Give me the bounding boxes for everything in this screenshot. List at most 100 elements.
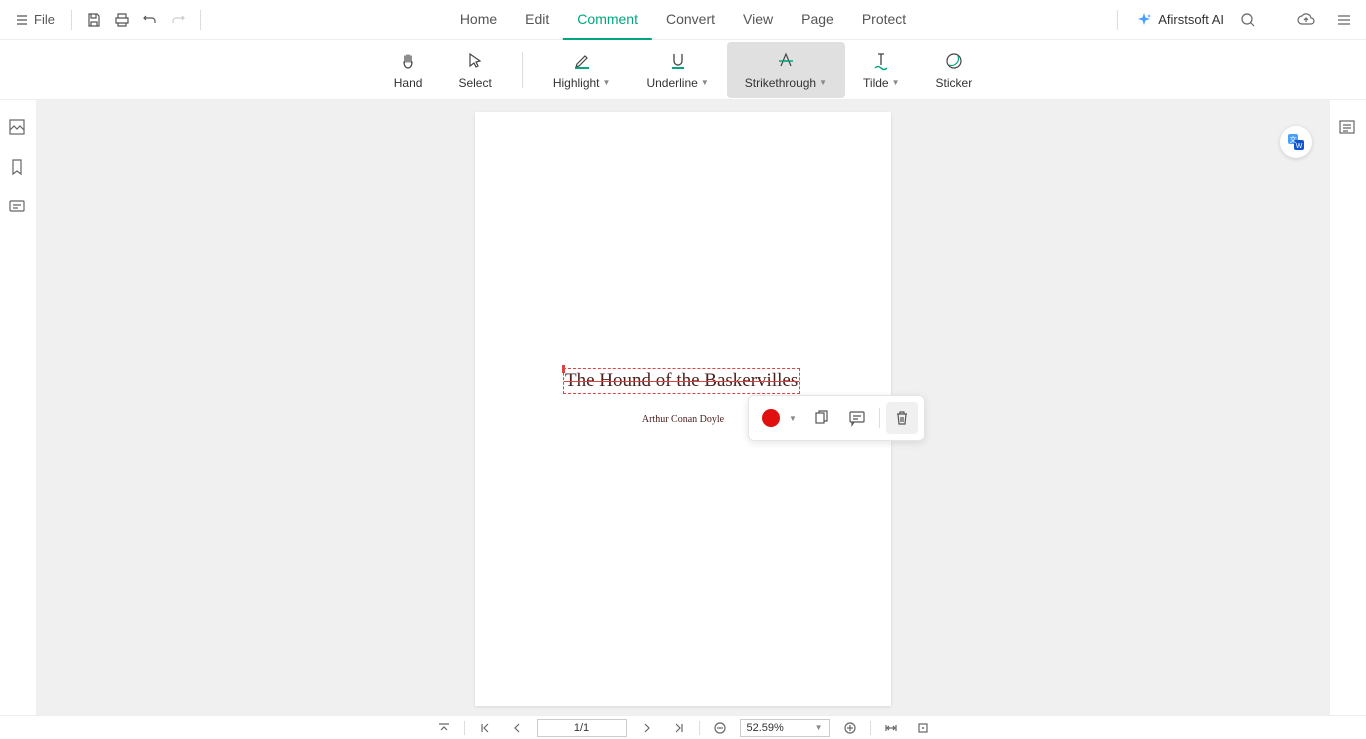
- copy-icon: [812, 409, 830, 427]
- underline-icon: [667, 50, 689, 72]
- tool-label: Sticker: [936, 76, 973, 90]
- tab-edit[interactable]: Edit: [511, 0, 563, 40]
- first-page-button[interactable]: [473, 718, 497, 738]
- properties-icon: [1338, 118, 1356, 136]
- file-menu-label: File: [34, 12, 55, 27]
- tab-label: Edit: [525, 11, 549, 27]
- ai-label: Afirstsoft AI: [1158, 12, 1224, 27]
- divider: [870, 721, 871, 735]
- thumbnails-icon: [8, 118, 26, 136]
- fit-width-button[interactable]: [879, 718, 903, 738]
- zoom-out-button[interactable]: [708, 718, 732, 738]
- tool-label: Highlight: [553, 76, 600, 90]
- more-icon: [1336, 12, 1352, 28]
- save-button[interactable]: [80, 6, 108, 34]
- bookmark-icon: [8, 158, 26, 176]
- sparkle-icon: [1136, 12, 1152, 28]
- chevron-down-icon[interactable]: ▼: [789, 414, 797, 423]
- tool-label: Tilde: [863, 76, 889, 90]
- tab-label: Page: [801, 11, 834, 27]
- zoom-in-icon: [843, 721, 857, 735]
- tab-home[interactable]: Home: [446, 0, 511, 40]
- more-button[interactable]: [1330, 6, 1358, 34]
- search-icon: [1240, 12, 1256, 28]
- strikethrough-line: [564, 381, 799, 382]
- redo-icon: [170, 12, 186, 28]
- tab-comment[interactable]: Comment: [563, 0, 652, 40]
- tab-label: Comment: [577, 11, 638, 27]
- chevron-down-icon: ▼: [892, 78, 900, 87]
- cloud-icon: [1296, 12, 1316, 28]
- chevron-down-icon: ▼: [701, 78, 709, 87]
- note-icon: [848, 409, 866, 427]
- annotation-color-button[interactable]: [755, 402, 787, 434]
- print-button[interactable]: [108, 6, 136, 34]
- tab-view[interactable]: View: [729, 0, 787, 40]
- chevron-down-icon: ▼: [815, 723, 823, 732]
- thumbnails-button[interactable]: [8, 118, 28, 138]
- selection-handle[interactable]: [562, 365, 565, 373]
- properties-button[interactable]: [1338, 118, 1358, 138]
- file-menu[interactable]: File: [8, 12, 63, 27]
- fit-page-button[interactable]: [911, 718, 935, 738]
- chevron-down-icon: ▼: [819, 78, 827, 87]
- zoom-value: 52.59%: [747, 722, 784, 734]
- ai-button[interactable]: Afirstsoft AI: [1136, 12, 1224, 28]
- highlight-icon: [571, 50, 593, 72]
- sticker-tool[interactable]: Sticker: [918, 42, 991, 98]
- bookmarks-button[interactable]: [8, 158, 28, 178]
- sticker-icon: [943, 50, 965, 72]
- svg-text:W: W: [1296, 143, 1303, 150]
- title-annotation-wrap[interactable]: The Hound of the Baskervilles: [565, 370, 798, 392]
- fit-page-icon: [916, 721, 930, 735]
- right-sidebar: [1330, 100, 1366, 138]
- tab-label: Home: [460, 11, 497, 27]
- copy-annotation-button[interactable]: [805, 402, 837, 434]
- prev-page-button[interactable]: [505, 718, 529, 738]
- tab-protect[interactable]: Protect: [848, 0, 920, 40]
- tab-label: Protect: [862, 11, 906, 27]
- page-number-input[interactable]: [537, 719, 627, 737]
- status-bar: 52.59% ▼: [0, 715, 1366, 739]
- cloud-button[interactable]: [1292, 6, 1320, 34]
- translate-button[interactable]: 文W: [1280, 126, 1312, 158]
- tab-page[interactable]: Page: [787, 0, 848, 40]
- last-page-button[interactable]: [667, 718, 691, 738]
- tab-label: Convert: [666, 11, 715, 27]
- hand-tool[interactable]: Hand: [376, 42, 441, 98]
- tool-label: Select: [458, 76, 491, 90]
- top-menu-bar: File Home Edit Comment Convert View Page…: [0, 0, 1366, 40]
- zoom-in-button[interactable]: [838, 718, 862, 738]
- add-note-button[interactable]: [841, 402, 873, 434]
- strikethrough-icon: [775, 50, 797, 72]
- underline-tool[interactable]: Underline▼: [628, 42, 726, 98]
- strikethrough-selection-box[interactable]: [563, 368, 800, 394]
- tilde-tool[interactable]: Tilde▼: [845, 42, 918, 98]
- delete-annotation-button[interactable]: [886, 402, 918, 434]
- last-page-icon: [672, 721, 686, 735]
- comments-panel-button[interactable]: [8, 198, 28, 218]
- strikethrough-tool[interactable]: Strikethrough▼: [727, 42, 845, 98]
- search-button[interactable]: [1234, 6, 1262, 34]
- redo-button[interactable]: [164, 6, 192, 34]
- scroll-top-button[interactable]: [432, 718, 456, 738]
- next-icon: [640, 721, 654, 735]
- next-page-button[interactable]: [635, 718, 659, 738]
- print-icon: [114, 12, 130, 28]
- undo-button[interactable]: [136, 6, 164, 34]
- save-icon: [86, 12, 102, 28]
- tool-label: Strikethrough: [745, 76, 816, 90]
- fit-width-icon: [884, 721, 898, 735]
- scroll-top-icon: [437, 721, 451, 735]
- highlight-tool[interactable]: Highlight▼: [535, 42, 629, 98]
- undo-icon: [142, 12, 158, 28]
- zoom-select[interactable]: 52.59% ▼: [740, 719, 830, 737]
- comment-icon: [8, 198, 26, 216]
- divider: [200, 10, 201, 30]
- document-viewport[interactable]: The Hound of the Baskervilles Arthur Con…: [36, 100, 1330, 715]
- tool-label: Hand: [394, 76, 423, 90]
- top-right-group: Afirstsoft AI: [1109, 6, 1358, 34]
- tab-convert[interactable]: Convert: [652, 0, 729, 40]
- zoom-out-icon: [713, 721, 727, 735]
- select-tool[interactable]: Select: [440, 42, 509, 98]
